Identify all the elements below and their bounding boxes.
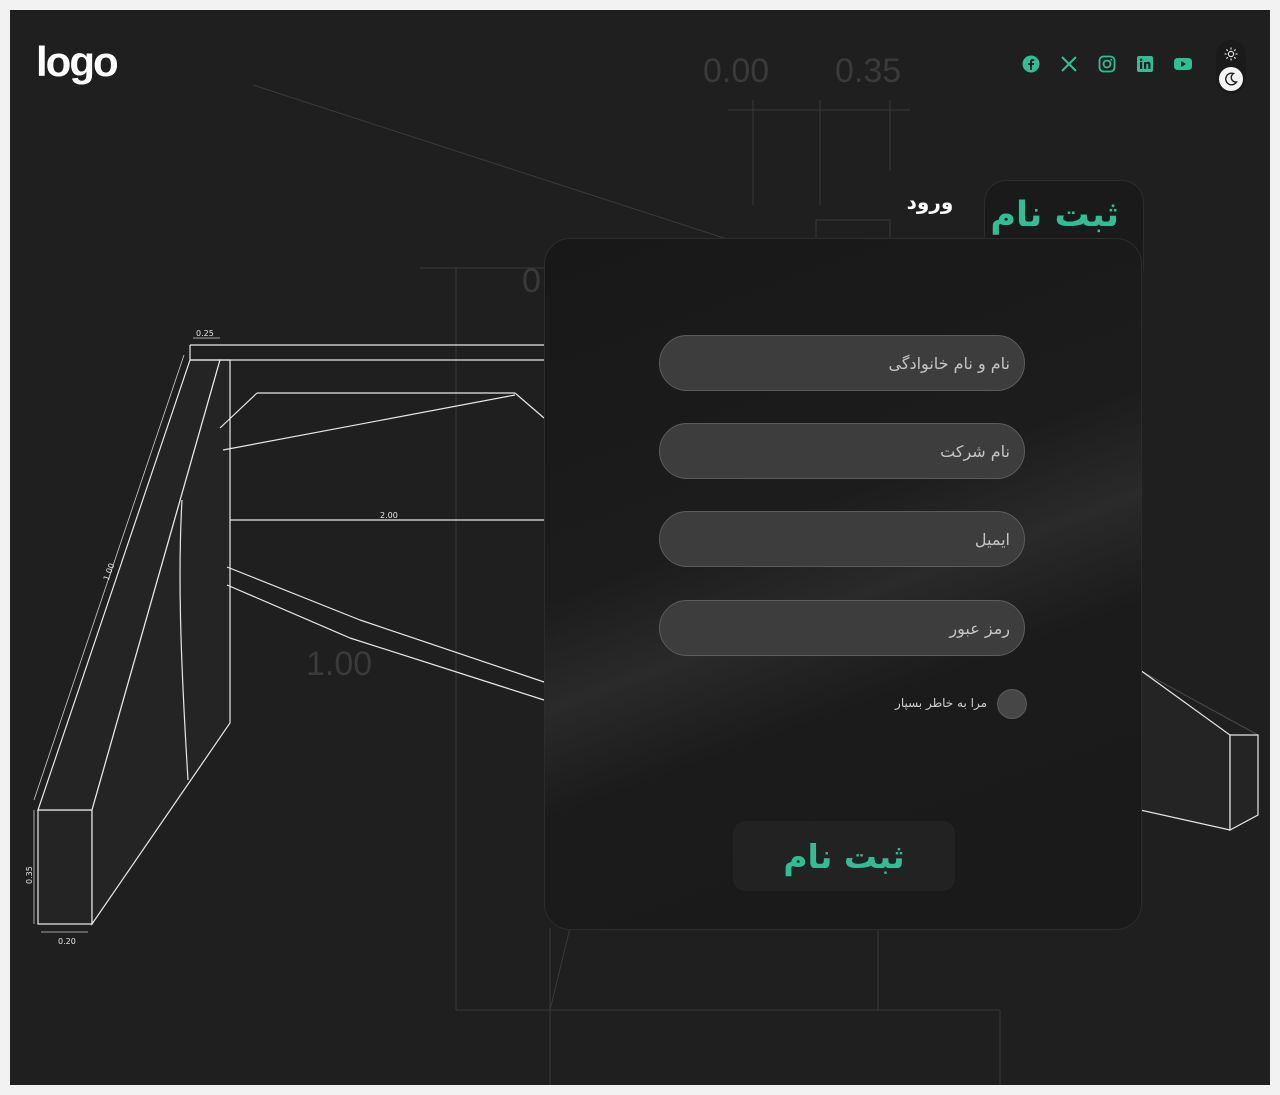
remember-me-label: مرا به خاطر بسپار	[895, 696, 987, 710]
dim-label-8: 0	[522, 262, 541, 300]
dim-label-3: 2.00	[380, 511, 398, 520]
dim-label-1: 0.35	[835, 52, 901, 90]
linkedin-icon[interactable]	[1134, 53, 1156, 75]
password-field[interactable]	[659, 600, 1025, 656]
youtube-icon[interactable]	[1172, 53, 1194, 75]
company-field[interactable]	[659, 423, 1025, 479]
signup-submit-button[interactable]: ثبت نام	[733, 821, 955, 891]
moon-icon[interactable]	[1219, 67, 1243, 91]
email-field[interactable]	[659, 511, 1025, 567]
tab-login[interactable]: ورود	[890, 190, 970, 230]
dim-label-0: 0.00	[703, 52, 769, 90]
theme-toggle	[1216, 40, 1246, 94]
remember-me: مرا به خاطر بسپار	[885, 689, 1029, 721]
facebook-icon[interactable]	[1020, 53, 1042, 75]
logo[interactable]: logo	[36, 38, 119, 86]
dim-label-4: 1.00	[306, 645, 372, 683]
dim-label-7: 0.20	[58, 937, 76, 946]
social-links	[1020, 53, 1194, 75]
dim-label-6: 0.35	[25, 866, 34, 884]
dim-label-2: 0.25	[196, 329, 214, 338]
dim-label-5: 1.00	[102, 562, 117, 582]
x-icon[interactable]	[1058, 53, 1080, 75]
signup-card: مرا به خاطر بسپار ثبت نام	[544, 238, 1142, 930]
tab-signup-label: ثبت نام	[990, 195, 1119, 235]
fullname-field[interactable]	[659, 335, 1025, 391]
remember-me-checkbox[interactable]	[997, 689, 1027, 719]
sun-icon[interactable]	[1219, 42, 1243, 66]
instagram-icon[interactable]	[1096, 53, 1118, 75]
page-frame: 0.00 0.35 1.00 0 0.25 2.00 1.00 0.35 0.2…	[10, 10, 1270, 1085]
